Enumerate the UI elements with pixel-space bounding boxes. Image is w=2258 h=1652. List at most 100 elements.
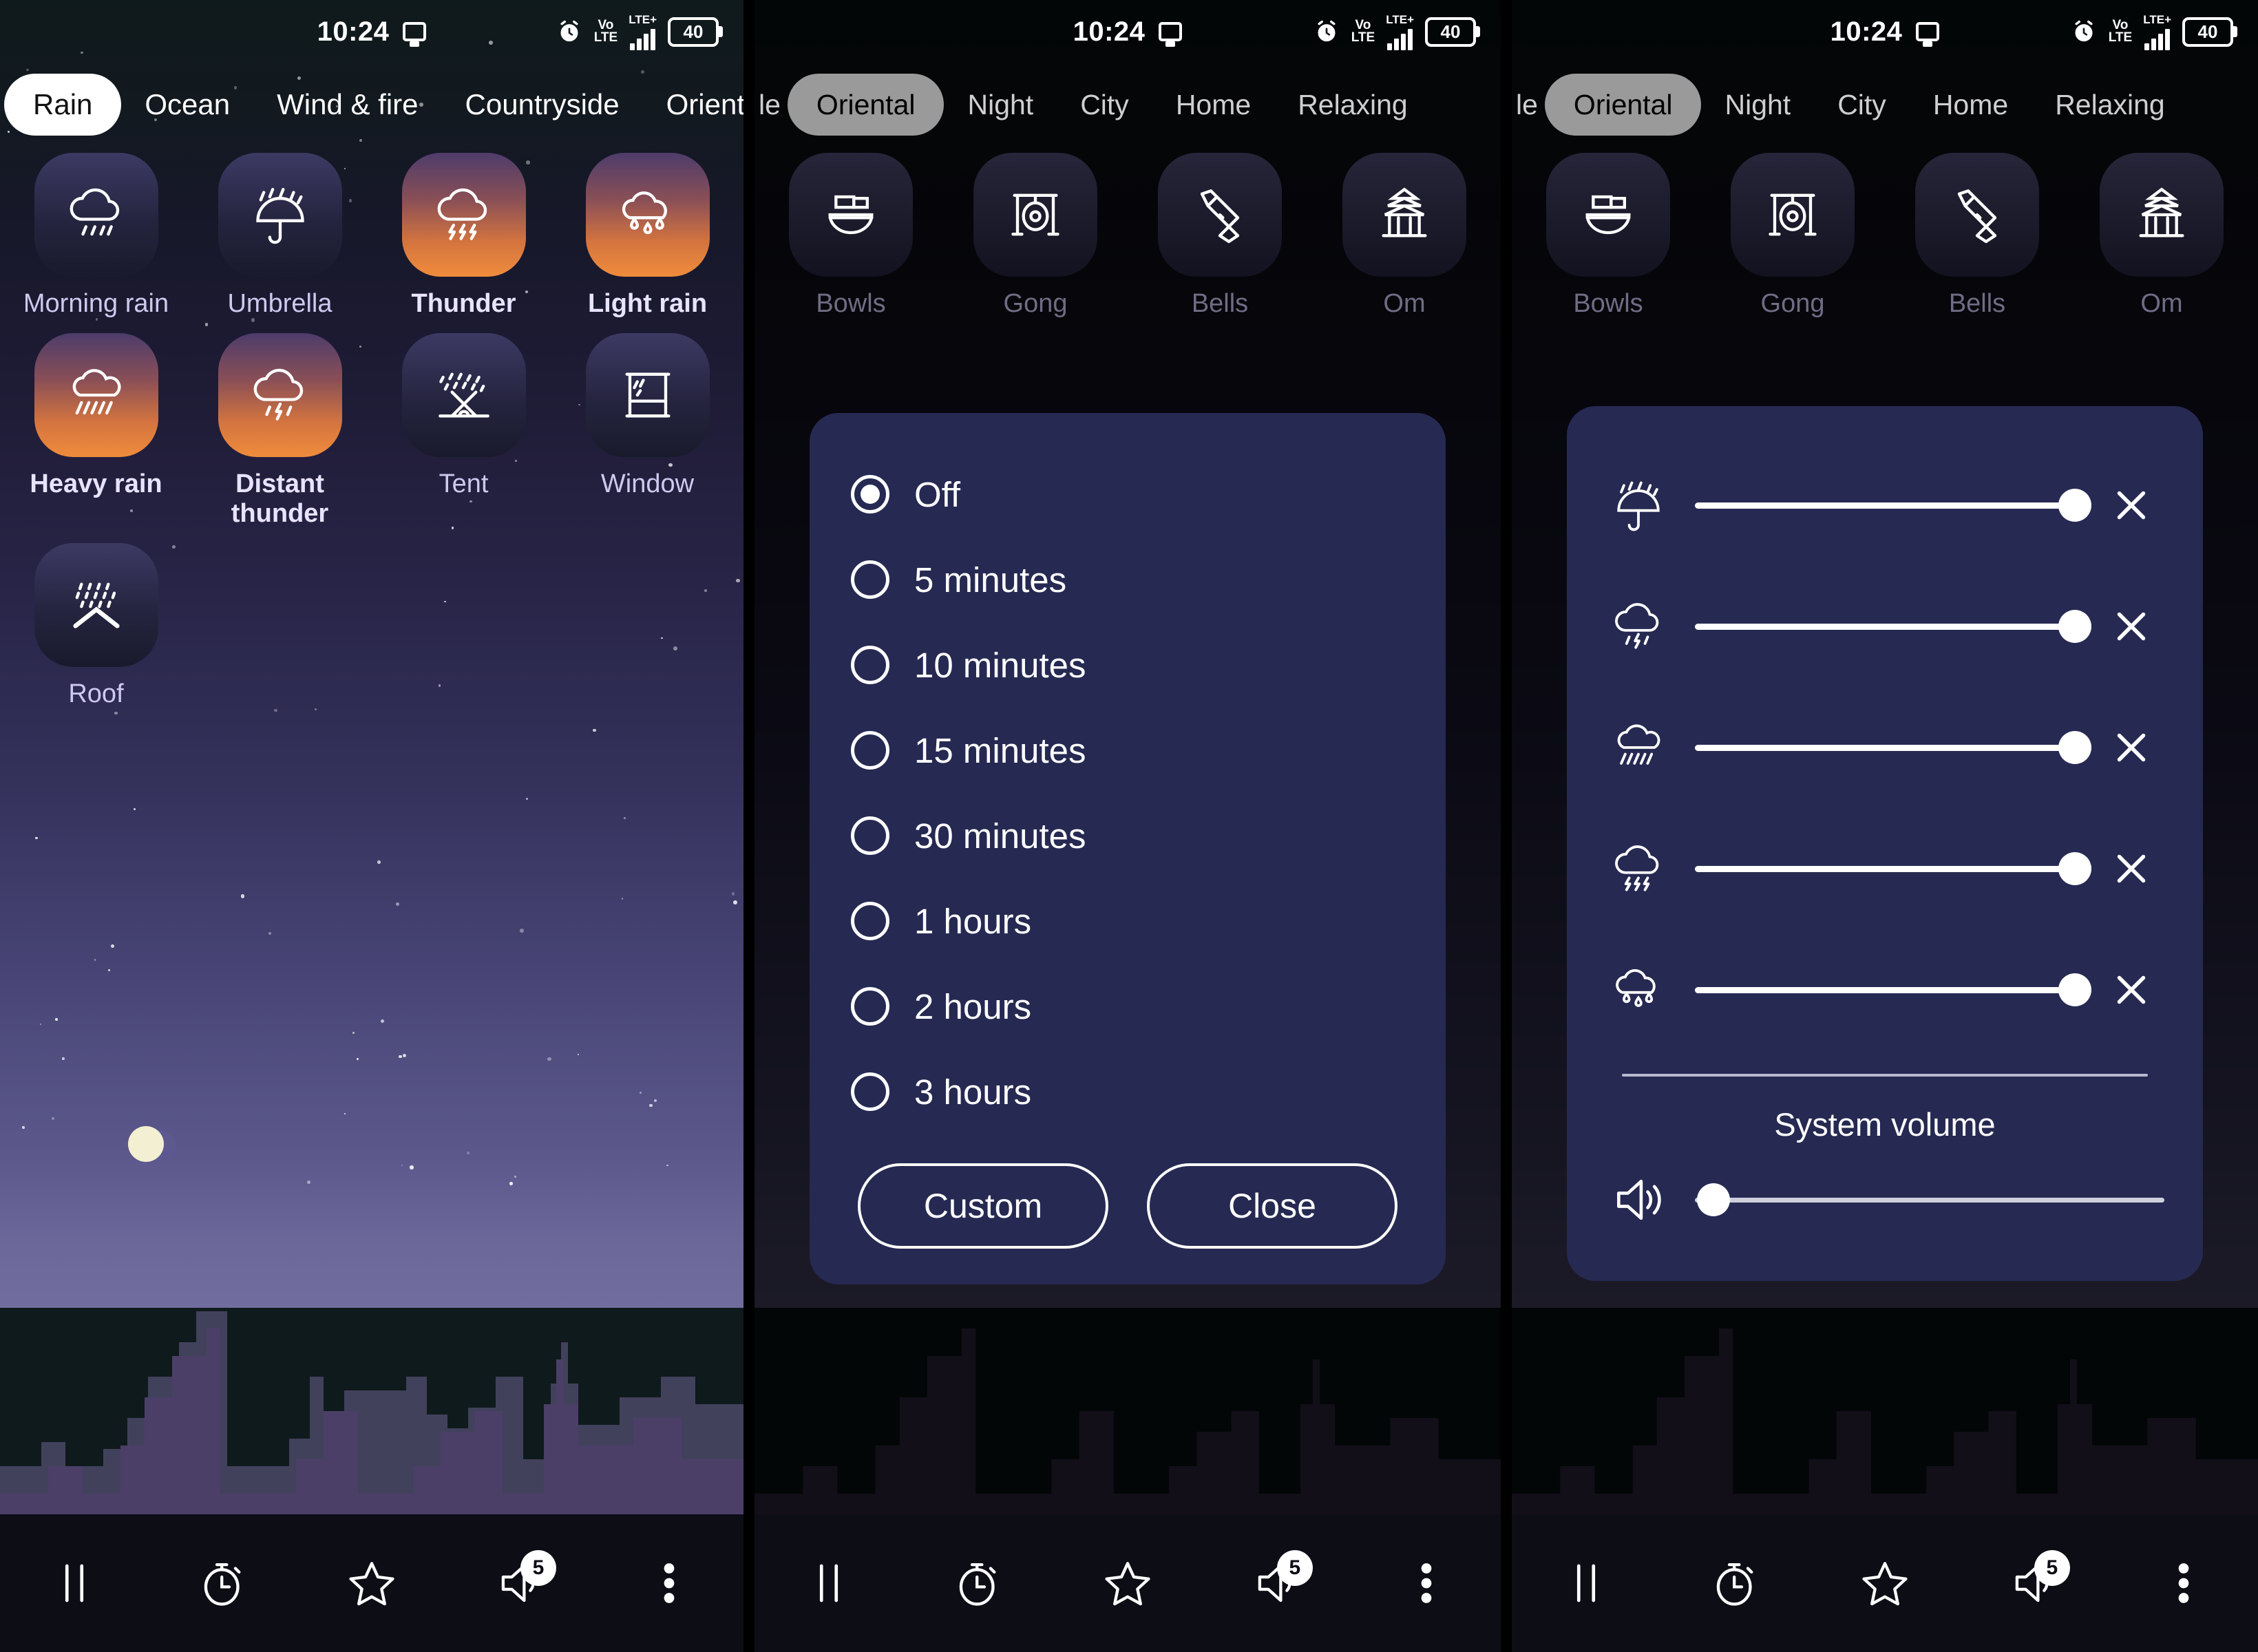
roof-rain-icon[interactable] [34, 543, 158, 667]
remove-track-button[interactable] [2098, 969, 2164, 1010]
timer-option-off[interactable]: Off [851, 452, 1404, 537]
pause-button[interactable] [788, 1542, 870, 1624]
remove-track-button[interactable] [2098, 727, 2164, 768]
slider-knob[interactable] [2058, 852, 2091, 885]
overflow-menu-button[interactable] [2142, 1542, 2225, 1624]
radio-button[interactable] [851, 475, 889, 513]
tab-city[interactable]: City [1814, 74, 1910, 136]
radio-button[interactable] [851, 987, 889, 1026]
radio-button[interactable] [851, 731, 889, 770]
tab-night[interactable]: Night [1701, 74, 1814, 136]
sound-tile-bowls[interactable]: Bowls [1516, 153, 1700, 319]
volume-slider[interactable] [1695, 714, 2075, 781]
pause-button[interactable] [1545, 1542, 1627, 1624]
gong-icon[interactable] [973, 153, 1097, 277]
tab-home[interactable]: Home [1152, 74, 1274, 136]
category-tabs-oriental[interactable]: le Oriental Night City Home Relaxing [1512, 63, 2258, 146]
remove-track-button[interactable] [2098, 848, 2164, 889]
hand-bells-icon[interactable] [1158, 153, 1282, 277]
tab-rain[interactable]: Rain [4, 74, 121, 136]
timer-button[interactable] [1694, 1542, 1777, 1624]
sound-tile-roof[interactable]: Roof [4, 543, 188, 710]
cloud-drizzle-icon[interactable] [586, 153, 710, 277]
sound-tile-tent[interactable]: Tent [372, 333, 556, 529]
sound-tile-bells[interactable]: Bells [1128, 153, 1312, 319]
favorites-button[interactable] [1844, 1542, 1926, 1624]
timer-button[interactable] [182, 1542, 264, 1624]
gong-icon[interactable] [1731, 153, 1855, 277]
timer-option-3-hours[interactable]: 3 hours [851, 1049, 1404, 1134]
slider-knob[interactable] [2058, 489, 2091, 522]
custom-button[interactable]: Custom [858, 1163, 1108, 1249]
volume-slider[interactable] [1695, 472, 2075, 538]
sound-tile-om[interactable]: Om [1312, 153, 1497, 319]
window-rain-icon[interactable] [586, 333, 710, 457]
sound-tile-heavy-rain[interactable]: Heavy rain [4, 333, 188, 529]
tab-wind-fire[interactable]: Wind & fire [253, 74, 441, 136]
tab-night[interactable]: Night [944, 74, 1057, 136]
timer-option-10-minutes[interactable]: 10 minutes [851, 622, 1404, 708]
volume-button[interactable]: 5 [479, 1542, 562, 1624]
radio-button[interactable] [851, 816, 889, 855]
tab-oriental[interactable]: Oriental [643, 74, 743, 136]
system-volume-slider[interactable] [1695, 1167, 2164, 1233]
timer-option-30-minutes[interactable]: 30 minutes [851, 793, 1404, 878]
sound-tile-gong[interactable]: Gong [1700, 153, 1885, 319]
overflow-menu-button[interactable] [1385, 1542, 1468, 1624]
radio-button[interactable] [851, 560, 889, 599]
tab-oriental[interactable]: Oriental [1545, 74, 1702, 136]
cloud-rain-icon[interactable] [34, 153, 158, 277]
overflow-menu-button[interactable] [628, 1542, 710, 1624]
favorites-button[interactable] [1086, 1542, 1169, 1624]
favorites-button[interactable] [330, 1542, 413, 1624]
slider-knob[interactable] [2058, 610, 2091, 643]
sound-tile-umbrella[interactable]: Umbrella [188, 153, 372, 319]
tab-countryside[interactable]: Countryside [442, 74, 643, 136]
timer-option-1-hours[interactable]: 1 hours [851, 878, 1404, 964]
sound-tile-om[interactable]: Om [2069, 153, 2254, 319]
close-button[interactable]: Close [1147, 1163, 1397, 1249]
radio-button[interactable] [851, 902, 889, 940]
cloud-distant-thunder-icon[interactable] [218, 333, 342, 457]
volume-slider[interactable] [1695, 593, 2075, 659]
cloud-heavy-rain-icon[interactable] [34, 333, 158, 457]
tab-home[interactable]: Home [1910, 74, 2032, 136]
hand-bells-icon[interactable] [1915, 153, 2039, 277]
volume-button[interactable]: 5 [1993, 1542, 2076, 1624]
radio-button[interactable] [851, 646, 889, 684]
sound-tile-thunder[interactable]: Thunder [372, 153, 556, 319]
sound-tile-bowls[interactable]: Bowls [759, 153, 943, 319]
sound-tile-light-rain[interactable]: Light rain [556, 153, 739, 319]
sound-tile-morning-rain[interactable]: Morning rain [4, 153, 188, 319]
singing-bowls-icon[interactable] [1546, 153, 1670, 277]
tab-countryside-partial[interactable]: le [759, 74, 788, 136]
sound-tile-window[interactable]: Window [556, 333, 739, 529]
pagoda-icon[interactable] [1342, 153, 1466, 277]
tab-relaxing[interactable]: Relaxing [2032, 74, 2188, 136]
tab-city[interactable]: City [1057, 74, 1152, 136]
pause-button[interactable] [33, 1542, 116, 1624]
tab-countryside-partial[interactable]: le [1516, 74, 1545, 136]
remove-track-button[interactable] [2098, 485, 2164, 526]
radio-button[interactable] [851, 1072, 889, 1111]
slider-knob[interactable] [2058, 731, 2091, 764]
sound-tile-bells[interactable]: Bells [1885, 153, 2069, 319]
timer-option-2-hours[interactable]: 2 hours [851, 964, 1404, 1049]
tab-relaxing[interactable]: Relaxing [1274, 74, 1431, 136]
remove-track-button[interactable] [2098, 606, 2164, 647]
tab-ocean[interactable]: Ocean [121, 74, 253, 136]
timer-option-15-minutes[interactable]: 15 minutes [851, 708, 1404, 793]
sound-tile-gong[interactable]: Gong [943, 153, 1128, 319]
slider-knob[interactable] [2058, 973, 2091, 1006]
singing-bowls-icon[interactable] [789, 153, 913, 277]
pagoda-icon[interactable] [2100, 153, 2224, 277]
sound-tile-distant-thunder[interactable]: Distant thunder [188, 333, 372, 529]
category-tabs-oriental[interactable]: le Oriental Night City Home Relaxing [755, 63, 1501, 146]
category-tabs-rain[interactable]: Rain Ocean Wind & fire Countryside Orien… [0, 63, 743, 146]
timer-option-5-minutes[interactable]: 5 minutes [851, 537, 1404, 622]
cloud-lightning-icon[interactable] [402, 153, 526, 277]
tab-oriental[interactable]: Oriental [788, 74, 945, 136]
umbrella-rain-icon[interactable] [218, 153, 342, 277]
volume-button[interactable]: 5 [1236, 1542, 1318, 1624]
slider-knob[interactable] [1697, 1183, 1730, 1216]
